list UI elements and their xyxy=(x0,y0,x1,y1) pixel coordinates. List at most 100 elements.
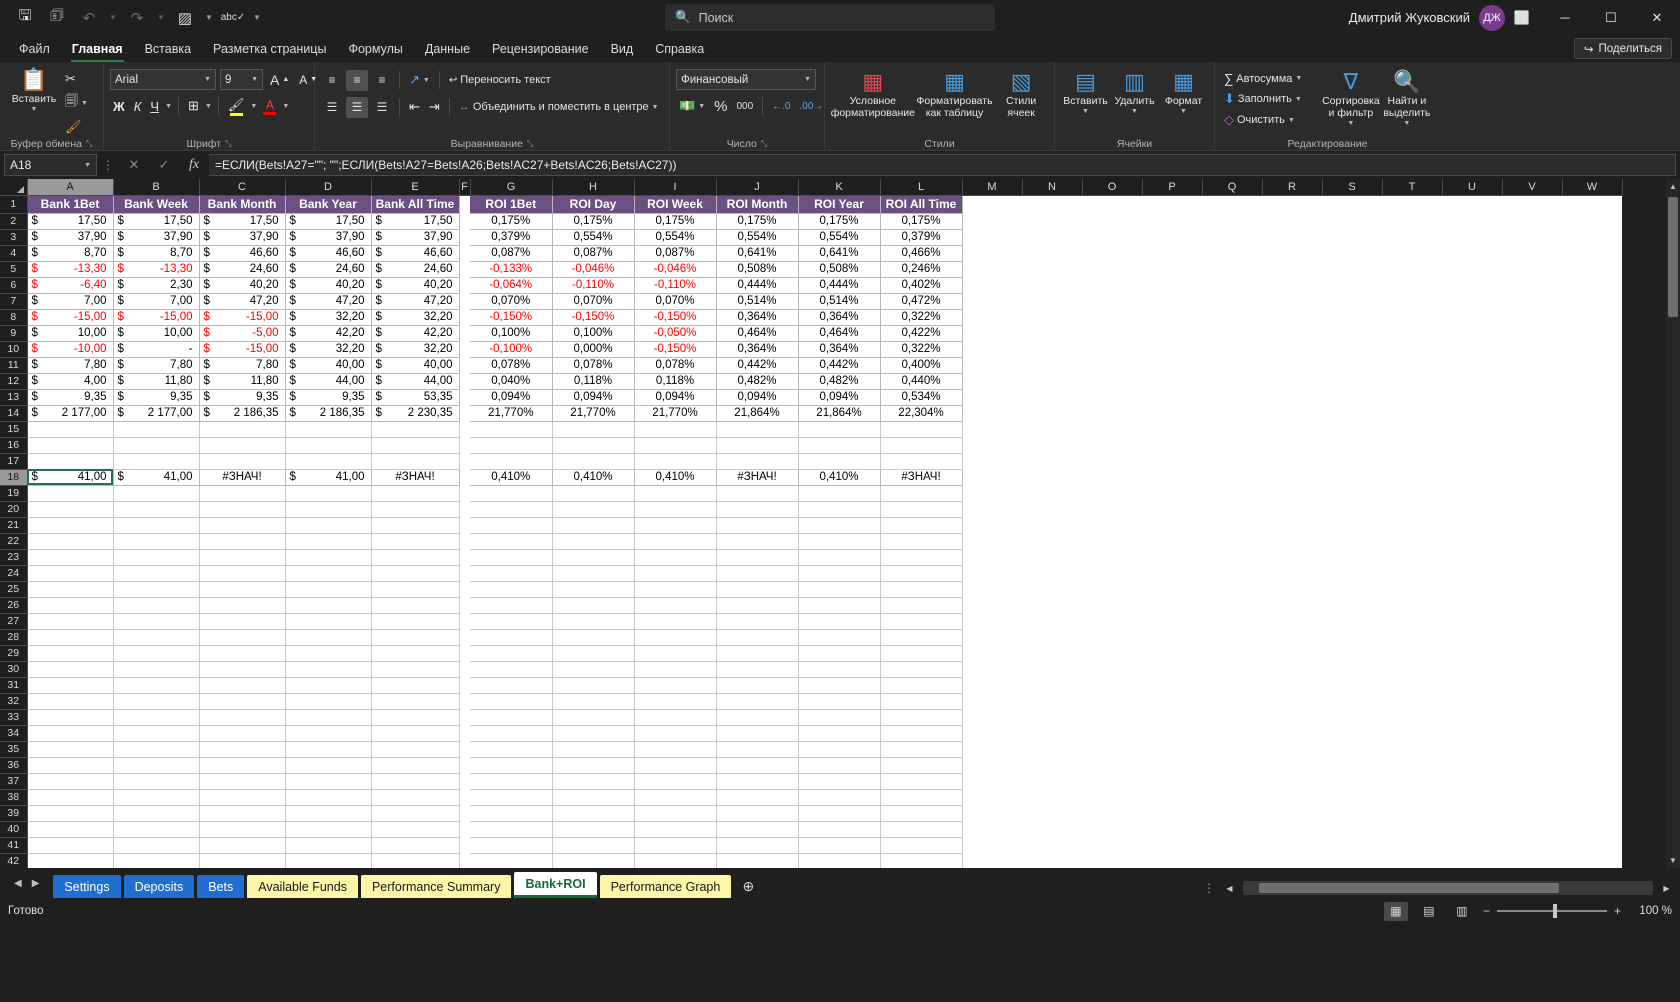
cell-J32[interactable] xyxy=(716,693,798,709)
cell-D17[interactable] xyxy=(285,453,371,469)
cell-G2[interactable]: 0,175% xyxy=(470,213,552,229)
cell-F37[interactable] xyxy=(459,773,470,789)
cell-N13[interactable] xyxy=(1022,389,1082,405)
cell-D11[interactable]: $40,00 xyxy=(285,357,371,373)
cell-D25[interactable] xyxy=(285,581,371,597)
row-header-10[interactable]: 10 xyxy=(0,341,27,357)
cell-F38[interactable] xyxy=(459,789,470,805)
cell-K5[interactable]: 0,508% xyxy=(798,261,880,277)
cell-F11[interactable] xyxy=(459,357,470,373)
cell-K15[interactable] xyxy=(798,421,880,437)
cell-M35[interactable] xyxy=(962,741,1022,757)
cell-O29[interactable] xyxy=(1082,645,1142,661)
cell-P31[interactable] xyxy=(1142,677,1202,693)
row-header-23[interactable]: 23 xyxy=(0,549,27,565)
cell-H22[interactable] xyxy=(552,533,634,549)
row-header-20[interactable]: 20 xyxy=(0,501,27,517)
cell-A41[interactable] xyxy=(27,837,113,853)
cell-J35[interactable] xyxy=(716,741,798,757)
normal-view-button[interactable]: ▦ xyxy=(1384,902,1408,921)
cell-F42[interactable] xyxy=(459,853,470,868)
cell-U7[interactable] xyxy=(1442,293,1502,309)
cell-R40[interactable] xyxy=(1262,821,1322,837)
prev-sheet-icon[interactable]: ◀ xyxy=(14,878,22,889)
number-format-dropdown-icon[interactable]: ▼ xyxy=(804,76,811,83)
cell-R25[interactable] xyxy=(1262,581,1322,597)
cell-B28[interactable] xyxy=(113,629,199,645)
cell-G6[interactable]: -0,064% xyxy=(470,277,552,293)
undo-dropdown-icon[interactable]: ▼ xyxy=(106,5,120,31)
cell-M21[interactable] xyxy=(962,517,1022,533)
cell-W37[interactable] xyxy=(1562,773,1622,789)
cell-P24[interactable] xyxy=(1142,565,1202,581)
italic-button[interactable]: К xyxy=(131,98,145,115)
cell-V22[interactable] xyxy=(1502,533,1562,549)
cell-E40[interactable] xyxy=(371,821,459,837)
cell-Q30[interactable] xyxy=(1202,661,1262,677)
cell-V13[interactable] xyxy=(1502,389,1562,405)
cell-H42[interactable] xyxy=(552,853,634,868)
cell-J28[interactable] xyxy=(716,629,798,645)
cell-M31[interactable] xyxy=(962,677,1022,693)
cell-J10[interactable]: 0,364% xyxy=(716,341,798,357)
cell-R26[interactable] xyxy=(1262,597,1322,613)
scroll-down-icon[interactable]: ▼ xyxy=(1666,856,1680,865)
cell-K29[interactable] xyxy=(798,645,880,661)
cell-C34[interactable] xyxy=(199,725,285,741)
cell-Q9[interactable] xyxy=(1202,325,1262,341)
cell-W20[interactable] xyxy=(1562,501,1622,517)
cell-N4[interactable] xyxy=(1022,245,1082,261)
cell-N2[interactable] xyxy=(1022,213,1082,229)
font-name-input[interactable]: Arial ▼ xyxy=(110,69,216,90)
underline-button[interactable]: Ч xyxy=(147,98,162,115)
user-account[interactable]: Дмитрий Жуковский ДЖ xyxy=(1349,0,1505,35)
cell-A14[interactable]: $2 177,00 xyxy=(27,405,113,421)
cell-L13[interactable]: 0,534% xyxy=(880,389,962,405)
cell-C7[interactable]: $47,20 xyxy=(199,293,285,309)
cell-L16[interactable] xyxy=(880,437,962,453)
cell-D38[interactable] xyxy=(285,789,371,805)
cell-B22[interactable] xyxy=(113,533,199,549)
cell-N12[interactable] xyxy=(1022,373,1082,389)
column-header-G[interactable]: G xyxy=(470,179,552,195)
cell-G31[interactable] xyxy=(470,677,552,693)
number-dialog-launcher-icon[interactable]: ⤡ xyxy=(761,139,767,149)
cell-H17[interactable] xyxy=(552,453,634,469)
cell-E29[interactable] xyxy=(371,645,459,661)
cell-E20[interactable] xyxy=(371,501,459,517)
cell-E3[interactable]: $37,90 xyxy=(371,229,459,245)
cell-U5[interactable] xyxy=(1442,261,1502,277)
cell-T23[interactable] xyxy=(1382,549,1442,565)
row-header-33[interactable]: 33 xyxy=(0,709,27,725)
cell-H39[interactable] xyxy=(552,805,634,821)
cell-U20[interactable] xyxy=(1442,501,1502,517)
cell-B21[interactable] xyxy=(113,517,199,533)
cell-B29[interactable] xyxy=(113,645,199,661)
customize-qat-icon[interactable]: ▼ xyxy=(250,5,264,31)
cell-G17[interactable] xyxy=(470,453,552,469)
cell-W26[interactable] xyxy=(1562,597,1622,613)
cell-J26[interactable] xyxy=(716,597,798,613)
cell-O15[interactable] xyxy=(1082,421,1142,437)
row-header-37[interactable]: 37 xyxy=(0,773,27,789)
cell-K36[interactable] xyxy=(798,757,880,773)
cell-P7[interactable] xyxy=(1142,293,1202,309)
cell-K39[interactable] xyxy=(798,805,880,821)
cell-F32[interactable] xyxy=(459,693,470,709)
cell-S12[interactable] xyxy=(1322,373,1382,389)
cell-E19[interactable] xyxy=(371,485,459,501)
cell-R21[interactable] xyxy=(1262,517,1322,533)
comma-style-button[interactable]: 000 xyxy=(733,100,756,113)
cell-J13[interactable]: 0,094% xyxy=(716,389,798,405)
cell-H35[interactable] xyxy=(552,741,634,757)
cell-W23[interactable] xyxy=(1562,549,1622,565)
cell-G28[interactable] xyxy=(470,629,552,645)
cell-M15[interactable] xyxy=(962,421,1022,437)
cell-O19[interactable] xyxy=(1082,485,1142,501)
cell-E38[interactable] xyxy=(371,789,459,805)
scroll-left-icon[interactable]: ◀ xyxy=(1222,884,1237,893)
cell-E35[interactable] xyxy=(371,741,459,757)
cell-U18[interactable] xyxy=(1442,469,1502,485)
cell-V21[interactable] xyxy=(1502,517,1562,533)
cell-C23[interactable] xyxy=(199,549,285,565)
